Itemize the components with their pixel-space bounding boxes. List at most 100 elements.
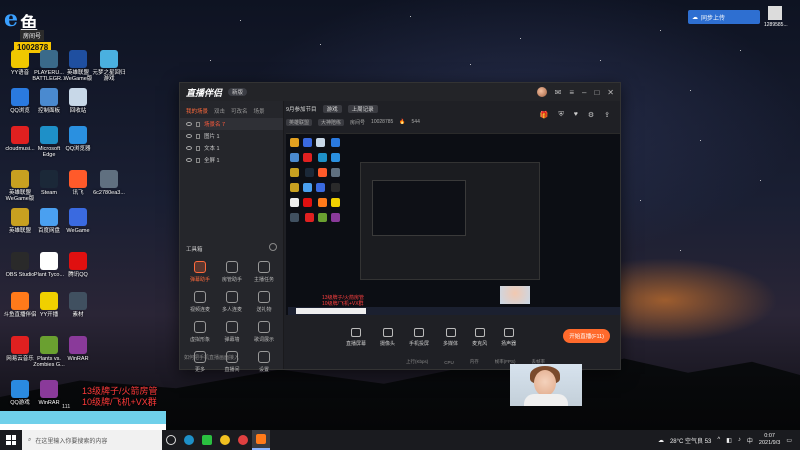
tab-scene-2[interactable]: 可改名 — [231, 107, 248, 115]
volume-icon[interactable]: ♪ — [738, 437, 741, 443]
menu-icon[interactable]: ≡ — [569, 88, 574, 97]
eye-icon[interactable] — [186, 122, 192, 126]
desktop-icon-label: WinRAR — [38, 400, 60, 406]
media-button[interactable]: 多媒体 — [443, 327, 458, 347]
tab-scene-0[interactable]: 我的场景 — [186, 107, 208, 115]
tool-item[interactable]: 虚拟形象 — [184, 321, 216, 343]
tool-item[interactable]: 弹幕助手 — [184, 261, 216, 283]
scene-item[interactable]: 场景名 7 — [180, 118, 283, 130]
start-stream-button[interactable]: 开始直播(F11) — [563, 329, 610, 343]
desktop-icon-tencentqq[interactable]: 腾讯QQ — [60, 252, 96, 278]
screen-capture-button[interactable]: 直播屏幕 — [346, 327, 366, 347]
share-icon[interactable]: ⇪ — [604, 111, 610, 119]
avatar[interactable] — [536, 87, 547, 97]
shield-icon[interactable]: ⛨ — [558, 111, 563, 119]
tool-item[interactable]: 弹幕墙 — [216, 321, 248, 343]
desktop-icon-misc[interactable]: 素材 — [60, 292, 96, 318]
eye-icon[interactable] — [186, 134, 192, 138]
close-icon[interactable]: ✕ — [607, 88, 614, 97]
sync-label: 同步上传 — [701, 15, 726, 22]
tool-item[interactable]: 视频连麦 — [184, 291, 216, 313]
lock-icon[interactable] — [196, 145, 200, 151]
lock-icon[interactable] — [196, 121, 200, 127]
promo-text: 13级牌子/火箭房管 10级牌/飞机+VX群 — [82, 386, 158, 409]
mail-icon[interactable]: ✉ — [555, 88, 562, 97]
tool-item[interactable]: 房管助手 — [216, 261, 248, 283]
room-label: 房间号 — [20, 30, 45, 41]
lock-icon[interactable] — [196, 133, 200, 139]
settings-icon[interactable]: ⚙ — [588, 111, 594, 119]
network-icon[interactable]: ◧ — [726, 437, 732, 444]
phone-cast-button[interactable]: 手机投屏 — [409, 327, 429, 347]
promo-line-2: 10级牌/飞机+VX群 — [82, 397, 157, 408]
eye-icon[interactable] — [186, 146, 192, 150]
desktop-icon-file-6c[interactable]: 6c2780ea3... — [91, 170, 127, 196]
desktop-file-icon[interactable]: 1289585... — [764, 6, 788, 34]
lock-icon[interactable] — [196, 157, 200, 163]
microphone-button[interactable]: 麦克风 — [472, 327, 487, 347]
history-button[interactable]: 上周记录 — [347, 105, 378, 113]
desktop-icon-qqbrowser2[interactable]: QQ浏览器 — [60, 126, 96, 152]
weather-icon[interactable]: ☁ — [658, 437, 664, 444]
taskbar-wechat[interactable] — [198, 430, 216, 450]
weather-text[interactable]: 28°C 空气良 53 — [670, 436, 711, 445]
desktop-icon-wegame[interactable]: WeGame — [60, 208, 96, 234]
ime-icon[interactable]: 中 — [747, 436, 753, 445]
clock[interactable]: 0:07 2021/9/3 — [759, 433, 780, 446]
tool-icon — [258, 321, 270, 333]
tab-scene-1[interactable]: 双击 — [214, 107, 225, 115]
fans-icon[interactable]: ♥ — [574, 111, 578, 119]
tool-item[interactable]: 主播任务 — [248, 261, 280, 283]
windows-icon — [6, 435, 16, 445]
desktop-icon-recycle[interactable]: 回收站 — [60, 88, 96, 114]
desktop-icon-winrar[interactable]: WinRAR — [60, 336, 96, 362]
phone-stream-hint[interactable]: 如何把手机直播画面接入 — [184, 354, 239, 361]
stream-preview[interactable]: 13级牌子/火箭房管 10级牌/飞机+VX群 — [286, 133, 620, 315]
desktop-icon-label: YY语音 — [10, 70, 30, 76]
source-item[interactable]: 文本 1 — [180, 142, 283, 154]
source-item[interactable]: 图片 1 — [180, 130, 283, 142]
tool-item[interactable]: 设置 — [248, 351, 280, 373]
sub-tag[interactable]: 大神陪练 — [318, 118, 345, 126]
category-tag[interactable]: 游戏 — [322, 105, 342, 113]
preview-desktop — [288, 136, 353, 296]
file-thumbnail-icon — [768, 6, 782, 20]
ie-icon: e — [4, 6, 18, 32]
version-badge[interactable]: 新版 — [228, 88, 248, 96]
stream-title[interactable]: 9月参加节目 — [286, 105, 317, 113]
speaker-button[interactable]: 扬声器 — [501, 327, 516, 347]
maximize-icon[interactable]: □ — [594, 88, 599, 97]
gift-icon[interactable]: 🎁 — [540, 111, 549, 119]
source-label: 全屏 1 — [204, 158, 220, 164]
promo-digits: 111 — [62, 404, 71, 410]
sub-tag[interactable]: 英雄联盟 — [286, 118, 313, 126]
desktop-icon-label: 英雄联盟 WeGame版 — [63, 70, 93, 83]
task-view-button[interactable] — [162, 430, 180, 450]
taskbar-chrome[interactable] — [216, 430, 234, 450]
tool-icon — [226, 291, 238, 303]
tab-scene-3[interactable]: 场景 — [254, 107, 265, 115]
taskbar-search[interactable]: ⌕ 在这里输入你要搜索的内容 — [22, 430, 162, 450]
desktop-icon-label: 网易云音乐 — [6, 356, 34, 362]
tool-item[interactable]: 送礼物 — [248, 291, 280, 313]
gear-icon[interactable] — [269, 243, 277, 251]
source-item[interactable]: 全屏 1 — [180, 154, 283, 166]
chevron-up-icon[interactable]: ^ — [717, 437, 720, 443]
tool-item[interactable]: 歌词展示 — [248, 321, 280, 343]
notification-icon[interactable]: ▭ — [786, 437, 792, 444]
tool-label: 直播间 — [224, 367, 240, 373]
desktop-icon-winrar2[interactable]: WinRAR — [31, 380, 67, 406]
eye-icon[interactable] — [186, 158, 192, 162]
taskbar-edge[interactable] — [180, 430, 198, 450]
tool-label: 更多 — [194, 367, 205, 373]
desktop-icon-yuanshen[interactable]: 元梦之星回归游戏 — [91, 50, 127, 83]
start-button[interactable] — [0, 430, 22, 450]
microphone-icon — [474, 327, 485, 337]
taskbar-browser[interactable] — [234, 430, 252, 450]
minimize-icon[interactable]: – — [582, 88, 586, 97]
camera-button[interactable]: 摄像头 — [380, 327, 395, 347]
baidu-sync-widget[interactable]: ☁ 同步上传 — [688, 10, 760, 24]
tool-item[interactable]: 多人连麦 — [216, 291, 248, 313]
taskbar-streaming-app[interactable] — [252, 430, 270, 450]
desktop-icon-label: 讯飞 — [72, 190, 84, 196]
